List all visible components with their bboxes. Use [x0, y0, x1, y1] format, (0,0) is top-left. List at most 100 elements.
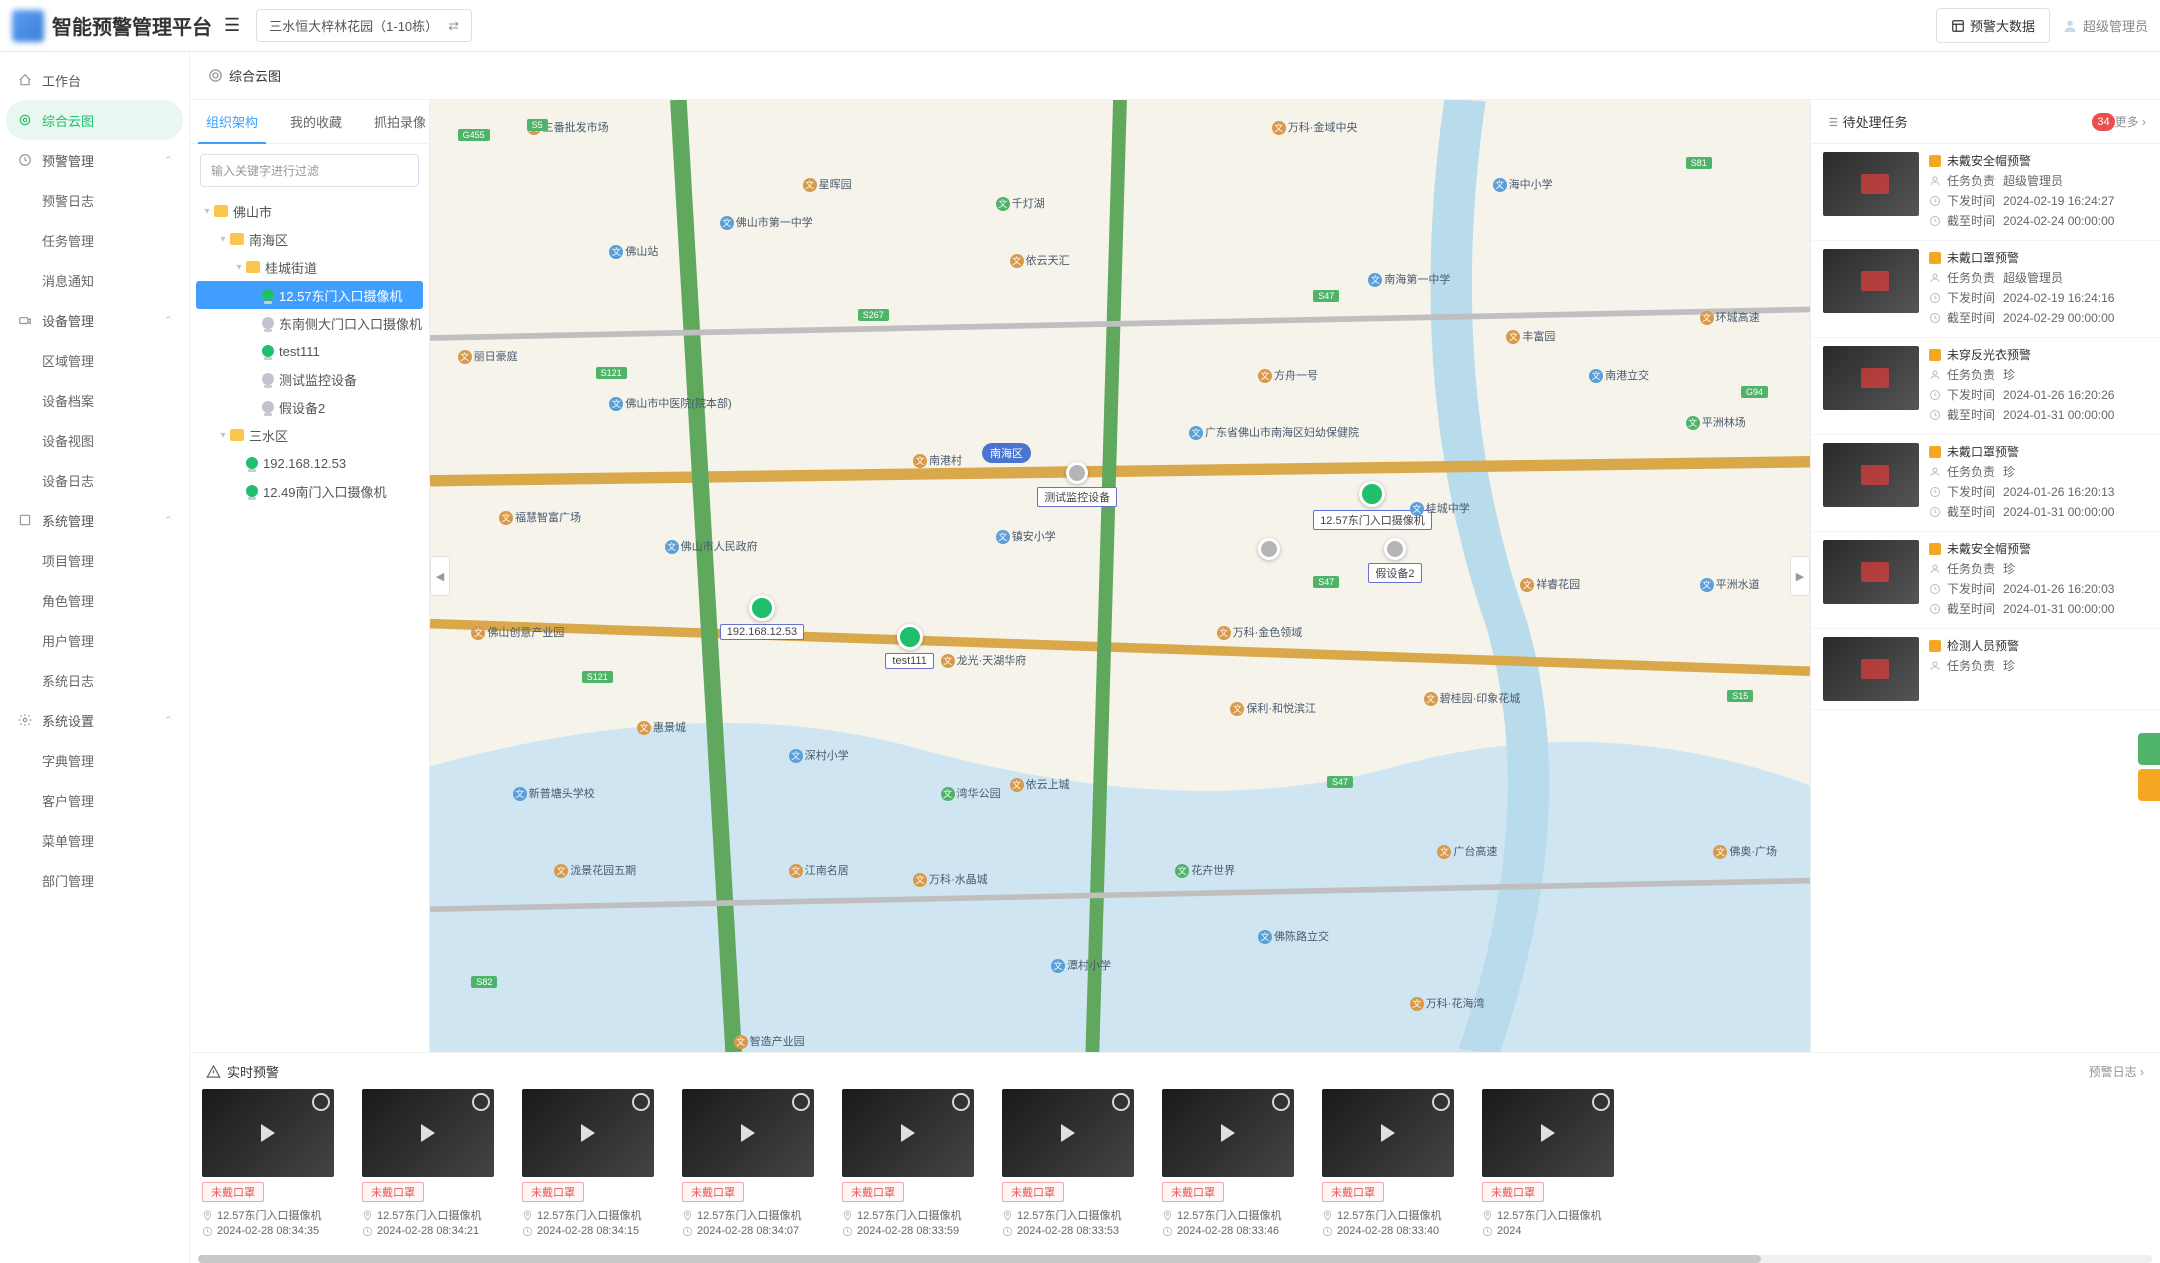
map[interactable]: 南海区 192.168.12.53test111测试监控设备12.57东门入口摄… [430, 100, 1810, 1052]
realtime-alert-row[interactable]: 未戴口罩12.57东门入口摄像机2024-02-28 08:34:35未戴口罩1… [190, 1089, 2160, 1245]
page-title: 综合云图 [229, 66, 281, 85]
nav-系统设置[interactable]: 系统设置⌃ [0, 700, 189, 740]
tree-node[interactable]: 东南侧大门口入口摄像机 [196, 309, 423, 337]
tree-node[interactable]: 12.49南门入口摄像机 [196, 477, 423, 505]
nav-项目管理[interactable]: 项目管理 [0, 540, 189, 580]
tree-node[interactable]: 192.168.12.53 [196, 449, 423, 477]
tree-node[interactable]: 测试监控设备 [196, 365, 423, 393]
realtime-more-link[interactable]: 预警日志 › [2089, 1063, 2144, 1080]
nav-预警管理[interactable]: 预警管理⌃ [0, 140, 189, 180]
target-icon [18, 113, 34, 127]
tab-我的收藏[interactable]: 我的收藏 [274, 100, 358, 143]
map-marker[interactable] [1258, 538, 1280, 560]
user-menu[interactable]: 超级管理员 [2062, 16, 2148, 35]
location-selector[interactable]: 三水恒大梓林花园（1-10栋） ⇄ [256, 9, 472, 42]
map-poi: 文海中小学 [1493, 176, 1553, 192]
alert-tag: 未戴口罩 [522, 1182, 584, 1202]
nav-设备日志[interactable]: 设备日志 [0, 460, 189, 500]
nav-系统日志[interactable]: 系统日志 [0, 660, 189, 700]
nav-工作台[interactable]: 工作台 [0, 60, 189, 100]
tree-node[interactable]: ▾桂城街道 [196, 253, 423, 281]
nav-综合云图[interactable]: 综合云图 [6, 100, 183, 140]
zoom-icon[interactable] [952, 1093, 970, 1111]
map-marker[interactable]: 192.168.12.53 [720, 595, 804, 640]
map-poi: 文平洲林场 [1686, 414, 1746, 430]
poi-icon: 文 [499, 511, 513, 525]
zoom-icon[interactable] [1112, 1093, 1130, 1111]
zoom-icon[interactable] [1272, 1093, 1290, 1111]
tree-node[interactable]: 假设备2 [196, 393, 423, 421]
alert-card[interactable]: 未戴口罩12.57东门入口摄像机2024-02-28 08:34:21 [362, 1089, 494, 1237]
alert-thumbnail[interactable] [1162, 1089, 1294, 1177]
alert-card[interactable]: 未戴口罩12.57东门入口摄像机2024 [1482, 1089, 1614, 1237]
alert-card[interactable]: 未戴口罩12.57东门入口摄像机2024-02-28 08:34:07 [682, 1089, 814, 1237]
menu-toggle-icon[interactable]: ☰ [224, 15, 240, 36]
alert-card[interactable]: 未戴口罩12.57东门入口摄像机2024-02-28 08:34:15 [522, 1089, 654, 1237]
side-floating-buttons[interactable] [2138, 733, 2160, 805]
nav-设备管理[interactable]: 设备管理⌃ [0, 300, 189, 340]
poi-icon: 文 [789, 749, 803, 763]
road-badge: S121 [596, 367, 627, 379]
tab-组织架构[interactable]: 组织架构 [190, 100, 274, 143]
nav-客户管理[interactable]: 客户管理 [0, 780, 189, 820]
zoom-icon[interactable] [472, 1093, 490, 1111]
alert-thumbnail[interactable] [202, 1089, 334, 1177]
user-icon [1929, 272, 1941, 284]
alert-thumbnail[interactable] [362, 1089, 494, 1177]
alert-card[interactable]: 未戴口罩12.57东门入口摄像机2024-02-28 08:33:40 [1322, 1089, 1454, 1237]
poi-icon: 文 [1175, 864, 1189, 878]
task-list[interactable]: 未戴安全帽预警任务负责超级管理员下发时间2024-02-19 16:24:27截… [1811, 144, 2160, 1052]
task-item[interactable]: 未戴口罩预警任务负责珍下发时间2024-01-26 16:20:13截至时间20… [1811, 435, 2160, 532]
nav-预警日志[interactable]: 预警日志 [0, 180, 189, 220]
zoom-icon[interactable] [312, 1093, 330, 1111]
nav-系统管理[interactable]: 系统管理⌃ [0, 500, 189, 540]
alert-tag: 未戴口罩 [682, 1182, 744, 1202]
map-marker[interactable]: 测试监控设备 [1037, 462, 1117, 507]
map-poi: 文湾华公园 [941, 785, 1001, 801]
tasks-more-link[interactable]: 更多 › [2115, 113, 2146, 130]
map-marker[interactable]: 假设备2 [1368, 538, 1421, 583]
nav-角色管理[interactable]: 角色管理 [0, 580, 189, 620]
nav-区域管理[interactable]: 区域管理 [0, 340, 189, 380]
poi-icon: 文 [458, 350, 472, 364]
map-collapse-left[interactable]: ◀ [430, 556, 450, 596]
nav-用户管理[interactable]: 用户管理 [0, 620, 189, 660]
tree-node[interactable]: ▾南海区 [196, 225, 423, 253]
alert-card[interactable]: 未戴口罩12.57东门入口摄像机2024-02-28 08:33:53 [1002, 1089, 1134, 1237]
big-data-button[interactable]: 预警大数据 [1936, 8, 2050, 43]
alert-thumbnail[interactable] [1322, 1089, 1454, 1177]
nav-菜单管理[interactable]: 菜单管理 [0, 820, 189, 860]
tree-node[interactable]: 12.57东门入口摄像机 [196, 281, 423, 309]
alert-thumbnail[interactable] [682, 1089, 814, 1177]
zoom-icon[interactable] [1432, 1093, 1450, 1111]
zoom-icon[interactable] [632, 1093, 650, 1111]
nav-任务管理[interactable]: 任务管理 [0, 220, 189, 260]
nav-设备档案[interactable]: 设备档案 [0, 380, 189, 420]
zoom-icon[interactable] [1592, 1093, 1610, 1111]
alert-thumbnail[interactable] [842, 1089, 974, 1177]
map-collapse-right[interactable]: ▶ [1790, 556, 1810, 596]
task-item[interactable]: 未戴口罩预警任务负责超级管理员下发时间2024-02-19 16:24:16截至… [1811, 241, 2160, 338]
alert-thumbnail[interactable] [1482, 1089, 1614, 1177]
task-item[interactable]: 未戴安全帽预警任务负责珍下发时间2024-01-26 16:20:03截至时间2… [1811, 532, 2160, 629]
task-item[interactable]: 检测人员预警任务负责珍 [1811, 629, 2160, 710]
nav-设备视图[interactable]: 设备视图 [0, 420, 189, 460]
alert-card[interactable]: 未戴口罩12.57东门入口摄像机2024-02-28 08:33:46 [1162, 1089, 1294, 1237]
alert-thumbnail[interactable] [522, 1089, 654, 1177]
nav-字典管理[interactable]: 字典管理 [0, 740, 189, 780]
alert-card[interactable]: 未戴口罩12.57东门入口摄像机2024-02-28 08:34:35 [202, 1089, 334, 1237]
tree-node[interactable]: ▾三水区 [196, 421, 423, 449]
tree-node[interactable]: test111 [196, 337, 423, 365]
map-marker[interactable]: test111 [885, 624, 933, 669]
zoom-icon[interactable] [792, 1093, 810, 1111]
tree-node[interactable]: ▾佛山市 [196, 197, 423, 225]
nav-消息通知[interactable]: 消息通知 [0, 260, 189, 300]
nav-部门管理[interactable]: 部门管理 [0, 860, 189, 900]
map-poi: 文万科·水晶城 [913, 871, 988, 887]
task-item[interactable]: 未戴安全帽预警任务负责超级管理员下发时间2024-02-19 16:24:27截… [1811, 144, 2160, 241]
task-item[interactable]: 未穿反光衣预警任务负责珍下发时间2024-01-26 16:20:26截至时间2… [1811, 338, 2160, 435]
alert-card[interactable]: 未戴口罩12.57东门入口摄像机2024-02-28 08:33:59 [842, 1089, 974, 1237]
tree-filter-input[interactable]: 输入关键字进行过滤 [200, 154, 419, 187]
alert-thumbnail[interactable] [1002, 1089, 1134, 1177]
horizontal-scrollbar[interactable] [198, 1255, 2152, 1263]
